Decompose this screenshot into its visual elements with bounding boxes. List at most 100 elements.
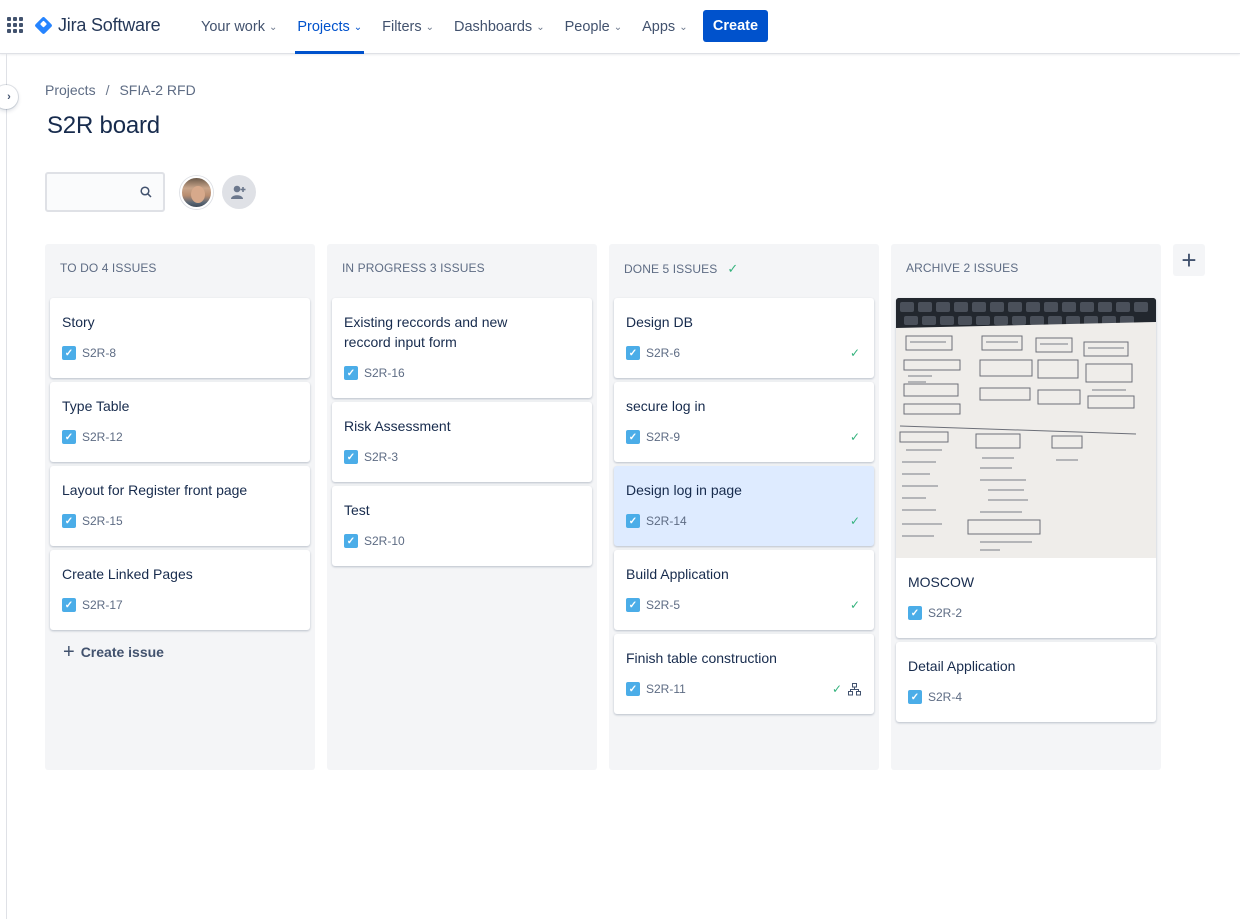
nav-people[interactable]: People ⌄: [555, 0, 633, 54]
breadcrumb: Projects / SFIA-2 RFD: [45, 82, 196, 98]
chevron-down-icon: ⌄: [353, 21, 363, 33]
avatar[interactable]: [180, 176, 213, 209]
card-title: Design log in page: [626, 482, 742, 498]
issue-card[interactable]: Build Application ✓ S2R-5 ✓: [614, 550, 874, 630]
expand-sidebar-icon[interactable]: ›: [0, 85, 18, 109]
issue-card-selected[interactable]: Design log in page ✓ S2R-14 ✓: [614, 466, 874, 546]
issue-key[interactable]: S2R-6: [646, 346, 680, 360]
nav-your-work[interactable]: Your work ⌄: [191, 0, 287, 54]
resolved-check-icon: ✓: [849, 430, 860, 444]
chevron-down-icon: ⌄: [613, 21, 623, 33]
nav-filters[interactable]: Filters ⌄: [372, 0, 444, 54]
card-footer: ✓ S2R-2: [908, 606, 962, 620]
resolved-check-icon: ✓: [849, 598, 860, 612]
handwritten-notes-image: [896, 298, 1156, 558]
resolved-check-icon: ✓: [849, 346, 860, 360]
story-checkbox-icon: ✓: [344, 366, 358, 380]
issue-key[interactable]: S2R-12: [82, 430, 123, 444]
story-checkbox-icon: ✓: [626, 430, 640, 444]
story-checkbox-icon: ✓: [626, 514, 640, 528]
issue-card[interactable]: Risk Assessment ✓ S2R-3: [332, 402, 592, 482]
issue-key[interactable]: S2R-14: [646, 514, 687, 528]
done-check-icon: ✓: [727, 261, 739, 276]
page-title: S2R board: [47, 112, 160, 139]
app-switcher-icon[interactable]: [7, 17, 23, 33]
issue-key[interactable]: S2R-5: [646, 598, 680, 612]
create-button[interactable]: Create: [703, 10, 768, 42]
story-checkbox-icon: ✓: [62, 346, 76, 360]
column-in-progress: IN PROGRESS 3 ISSUES Existing reccords a…: [327, 244, 597, 770]
card-footer: ✓ S2R-5: [626, 598, 680, 612]
issue-key[interactable]: S2R-17: [82, 598, 123, 612]
issue-card[interactable]: Finish table construction ✓ S2R-11 ✓: [614, 634, 874, 714]
story-checkbox-icon: ✓: [62, 598, 76, 612]
issue-card[interactable]: Layout for Register front page ✓ S2R-15: [50, 466, 310, 546]
issue-key[interactable]: S2R-8: [82, 346, 116, 360]
issue-card[interactable]: Design DB ✓ S2R-6 ✓: [614, 298, 874, 378]
avatar-face: [191, 186, 205, 203]
story-checkbox-icon: ✓: [908, 606, 922, 620]
nav-people-label: People: [564, 19, 610, 35]
breadcrumb-project[interactable]: SFIA-2 RFD: [119, 82, 195, 98]
issue-card[interactable]: MOSCOW ✓ S2R-2: [896, 298, 1156, 638]
issue-key[interactable]: S2R-4: [928, 690, 962, 704]
card-title: Test: [344, 502, 370, 518]
issue-card[interactable]: secure log in ✓ S2R-9 ✓: [614, 382, 874, 462]
issue-card[interactable]: Type Table ✓ S2R-12: [50, 382, 310, 462]
story-checkbox-icon: ✓: [626, 682, 640, 696]
issue-key[interactable]: S2R-11: [646, 682, 686, 696]
card-cover-image: [896, 298, 1156, 558]
story-checkbox-icon: ✓: [626, 598, 640, 612]
chevron-down-icon: ⌄: [268, 21, 278, 33]
story-checkbox-icon: ✓: [344, 450, 358, 464]
column-header: DONE 5 ISSUES ✓: [624, 261, 738, 277]
issue-card[interactable]: Create Linked Pages ✓ S2R-17: [50, 550, 310, 630]
nav-apps[interactable]: Apps ⌄: [632, 0, 697, 54]
create-issue-button[interactable]: + Create issue: [63, 642, 164, 662]
nav-projects-label: Projects: [297, 19, 350, 35]
add-people-button[interactable]: [222, 175, 256, 209]
add-person-icon: [231, 185, 246, 199]
breadcrumb-projects[interactable]: Projects: [45, 82, 96, 98]
nav-dashboards[interactable]: Dashboards ⌄: [444, 0, 555, 54]
column-title: ARCHIVE 2 ISSUES: [906, 261, 1019, 275]
issue-key[interactable]: S2R-3: [364, 450, 398, 464]
issue-key[interactable]: S2R-15: [82, 514, 123, 528]
card-footer: ✓ S2R-11: [626, 682, 686, 696]
column-title: DONE 5 ISSUES: [624, 262, 718, 276]
sidebar-collapsed: [0, 54, 7, 919]
issue-key[interactable]: S2R-2: [928, 606, 962, 620]
card-footer: ✓ S2R-10: [344, 534, 405, 548]
issue-key[interactable]: S2R-16: [364, 366, 405, 380]
card-title: Finish table construction: [626, 650, 777, 666]
story-checkbox-icon: ✓: [626, 346, 640, 360]
issue-card[interactable]: Existing reccords and new reccord input …: [332, 298, 592, 398]
nav-projects[interactable]: Projects ⌄: [287, 0, 372, 54]
issue-card[interactable]: Test ✓ S2R-10: [332, 486, 592, 566]
card-title: Existing reccords and new reccord input …: [344, 314, 508, 350]
nav-filters-label: Filters: [382, 19, 422, 35]
resolved-check-icon: ✓: [849, 514, 860, 528]
card-footer: ✓ S2R-8: [62, 346, 116, 360]
chevron-down-icon: ⌄: [425, 21, 434, 33]
card-footer: ✓ S2R-17: [62, 598, 123, 612]
card-title: Create Linked Pages: [62, 566, 193, 582]
product-name: Jira Software: [58, 15, 161, 35]
column-title: IN PROGRESS 3 ISSUES: [342, 261, 485, 275]
add-column-button[interactable]: +: [1173, 244, 1205, 276]
card-footer: ✓ S2R-15: [62, 514, 123, 528]
issue-card[interactable]: Story ✓ S2R-8: [50, 298, 310, 378]
card-footer: ✓ S2R-4: [908, 690, 962, 704]
card-title: Story: [62, 314, 95, 330]
search-input[interactable]: [47, 174, 137, 210]
card-footer: ✓ S2R-6: [626, 346, 680, 360]
card-footer: ✓ S2R-3: [344, 450, 398, 464]
breadcrumb-separator: /: [105, 82, 110, 98]
jira-logo[interactable]: Jira Software: [34, 15, 161, 36]
issue-key[interactable]: S2R-9: [646, 430, 680, 444]
board-search[interactable]: [45, 172, 165, 212]
issue-key[interactable]: S2R-10: [364, 534, 405, 548]
issue-card[interactable]: Detail Application ✓ S2R-4: [896, 642, 1156, 722]
child-issues-icon[interactable]: [848, 683, 861, 696]
column-title: TO DO 4 ISSUES: [60, 261, 157, 275]
